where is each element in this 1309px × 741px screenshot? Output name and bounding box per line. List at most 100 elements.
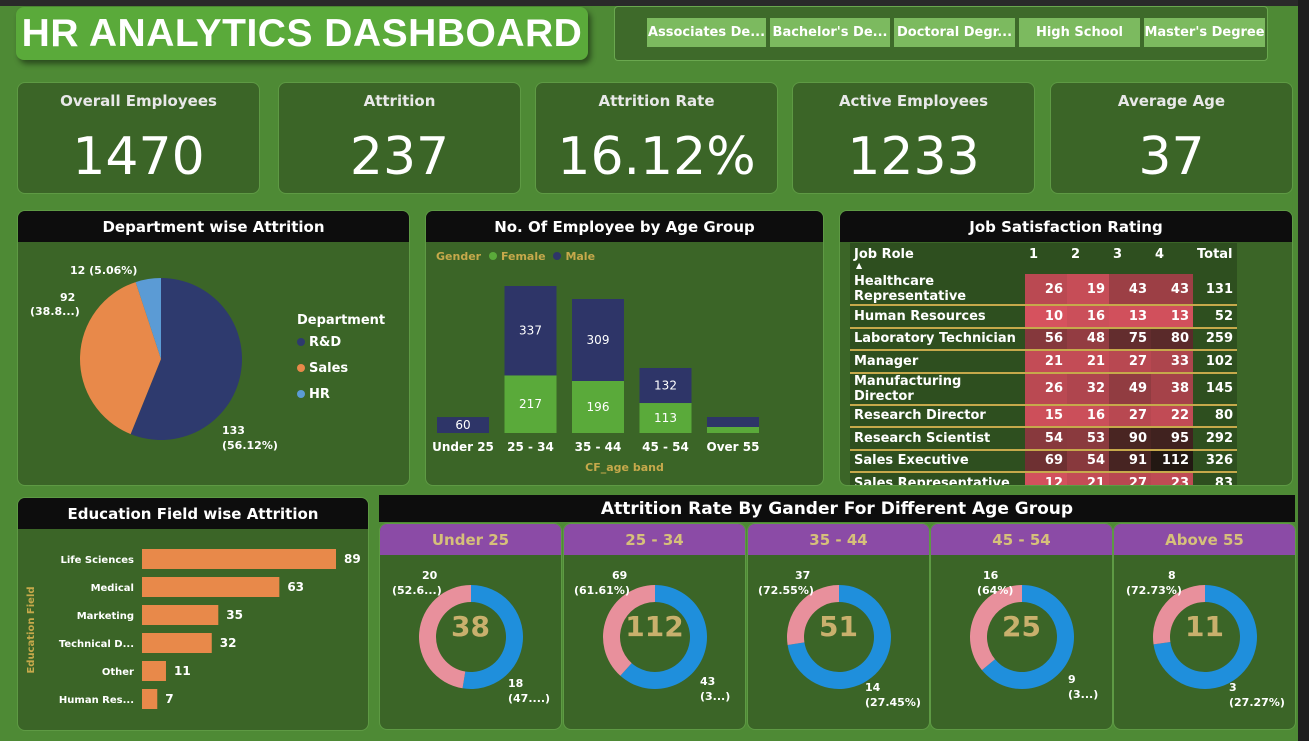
education-slicer: Associates De... Bachelor's De... Doctor…	[614, 6, 1268, 61]
education-bar-chart: Education Field Life Sciences 89 Medical 63…	[26, 549, 361, 709]
donut-total: 51	[819, 610, 858, 643]
kpi-value: 37	[1138, 127, 1205, 187]
kpi-active-employees: Active Employees 1233	[792, 82, 1035, 194]
header-col-2[interactable]: 2	[1067, 243, 1109, 274]
table-row[interactable]: Research Director 15 16 27 22 80	[850, 404, 1237, 428]
slicer-option-associates[interactable]: Associates De...	[647, 18, 766, 47]
edu-bar[interactable]	[142, 577, 280, 597]
scrollbar[interactable]	[1298, 0, 1309, 741]
donut-card-35-44: 35 - 44 51 37 (72.55%) 14 (27.45%)	[747, 523, 930, 730]
donut-bottom-pct: (3...)	[1068, 688, 1099, 701]
kpi-label: Attrition	[363, 92, 436, 110]
dashboard-title: HR ANALYTICS DASHBOARD	[21, 11, 583, 55]
bar-value-label: 11	[174, 664, 191, 678]
x-tick-label: 45 - 54	[642, 440, 689, 454]
cell-value: 27	[1109, 350, 1151, 374]
edu-bar[interactable]	[142, 605, 219, 625]
cell-total: 131	[1193, 274, 1237, 306]
slicer-option-high-school[interactable]: High School	[1019, 18, 1140, 47]
cell-value: 19	[1067, 274, 1109, 306]
legend-item-hr[interactable]: HR	[297, 387, 330, 402]
legend-item-sales[interactable]: Sales	[297, 361, 348, 376]
header-total[interactable]: Total	[1193, 243, 1237, 274]
kpi-overall-employees: Overall Employees 1470	[17, 82, 260, 194]
cell-value: 26	[1025, 372, 1067, 406]
department-pie-chart	[80, 278, 243, 440]
cell-value: 69	[1025, 449, 1067, 473]
cell-role: Research Scientist	[850, 427, 1025, 451]
table-row[interactable]: Sales Executive 69 54 91 112 326	[850, 449, 1237, 473]
donut-total: 112	[625, 610, 684, 643]
slicer-option-masters[interactable]: Master's Degree	[1144, 18, 1265, 47]
kpi-attrition-rate: Attrition Rate 16.12%	[535, 82, 778, 194]
cell-value: 21	[1025, 350, 1067, 374]
pie-label-sales-value: 92	[60, 291, 76, 304]
cell-value: 53	[1067, 427, 1109, 451]
y-tick-label: Other	[102, 667, 134, 678]
donut-bottom-pct: (3...)	[700, 690, 731, 703]
table-row[interactable]: Laboratory Technician 56 48 75 80 259	[850, 327, 1237, 351]
table-row[interactable]: Research Scientist 54 53 90 95 292	[850, 427, 1237, 451]
donut-bottom-pct: (27.27%)	[1229, 696, 1285, 709]
department-attrition-card: Department wise Attrition 12 (5.06%) 92 …	[17, 210, 410, 486]
header-job-role[interactable]: Job Role ▲	[850, 243, 1025, 274]
edu-bar[interactable]	[142, 633, 212, 653]
cell-total: 259	[1193, 327, 1237, 351]
pie-label-rd-pct: (56.12%)	[222, 439, 278, 452]
cell-value: 95	[1151, 427, 1193, 451]
edu-bar[interactable]	[142, 661, 166, 681]
cell-role: Research Director	[850, 404, 1025, 428]
slicer-option-bachelors[interactable]: Bachelor's De...	[770, 18, 890, 47]
education-attrition-card: Education Field wise Attrition Education…	[17, 497, 369, 731]
bar-male[interactable]	[707, 417, 759, 427]
header-col-3[interactable]: 3	[1109, 243, 1151, 274]
pie-label-hr: 12 (5.06%)	[70, 264, 138, 277]
cell-role: Sales Executive	[850, 449, 1025, 473]
y-tick-label: Medical	[91, 583, 134, 594]
cell-total: 83	[1193, 472, 1237, 485]
table-row[interactable]: Human Resources 10 16 13 13 52	[850, 305, 1237, 329]
bar-value-label: 7	[165, 692, 173, 706]
bar-value-label: 35	[226, 608, 243, 622]
table-row[interactable]: Sales Representative 12 21 27 23 83	[850, 472, 1237, 485]
cell-value: 16	[1067, 404, 1109, 428]
donut-top-value: 69	[612, 569, 628, 582]
bar-female[interactable]	[707, 427, 759, 433]
donut-bottom-value: 14	[865, 681, 881, 694]
table-row[interactable]: Healthcare Representative 26 19 43 43 131	[850, 274, 1237, 306]
cell-role: Human Resources	[850, 305, 1025, 329]
legend-label: HR	[309, 387, 330, 402]
donut-top-pct: (72.73%)	[1126, 584, 1182, 597]
slicer-option-doctoral[interactable]: Doctoral Degr...	[894, 18, 1015, 47]
cell-value: 13	[1109, 305, 1151, 329]
donut-bottom-pct: (47....)	[508, 692, 551, 705]
table-row[interactable]: Manager 21 21 27 33 102	[850, 350, 1237, 374]
table-row[interactable]: Manufacturing Director 26 32 49 38 145	[850, 372, 1237, 406]
cell-value: 90	[1109, 427, 1151, 451]
table-header-row: Job Role ▲ 1 2 3 4 Total	[850, 243, 1237, 274]
edu-bar[interactable]	[142, 689, 158, 709]
edu-bar[interactable]	[142, 549, 336, 569]
cell-value: 48	[1067, 327, 1109, 351]
header-col-1[interactable]: 1	[1025, 243, 1067, 274]
cell-role: Healthcare Representative	[850, 274, 1025, 306]
kpi-label: Active Employees	[838, 92, 989, 110]
card-title: Job Satisfaction Rating	[840, 211, 1292, 242]
y-tick-label: Marketing	[77, 611, 134, 622]
cell-value: 13	[1151, 305, 1193, 329]
cell-value: 16	[1067, 305, 1109, 329]
cell-role: Manufacturing Director	[850, 372, 1025, 406]
header-col-4[interactable]: 4	[1151, 243, 1193, 274]
donut-card-under-25: Under 25 38 20 (52.6...) 18 (47....)	[379, 523, 562, 730]
cell-value: 21	[1067, 472, 1109, 485]
donut-total: 38	[451, 610, 490, 643]
cell-total: 102	[1193, 350, 1237, 374]
legend-item-rd[interactable]: R&D	[297, 335, 341, 350]
job-satisfaction-card: Job Satisfaction Rating Job Role ▲ 1 2 3 …	[839, 210, 1293, 486]
donut-total: 11	[1185, 610, 1224, 643]
cell-value: 26	[1025, 274, 1067, 306]
cell-value: 22	[1151, 404, 1193, 428]
cell-value: 43	[1151, 274, 1193, 306]
donut-total: 25	[1002, 610, 1041, 643]
legend-dot	[297, 390, 305, 398]
